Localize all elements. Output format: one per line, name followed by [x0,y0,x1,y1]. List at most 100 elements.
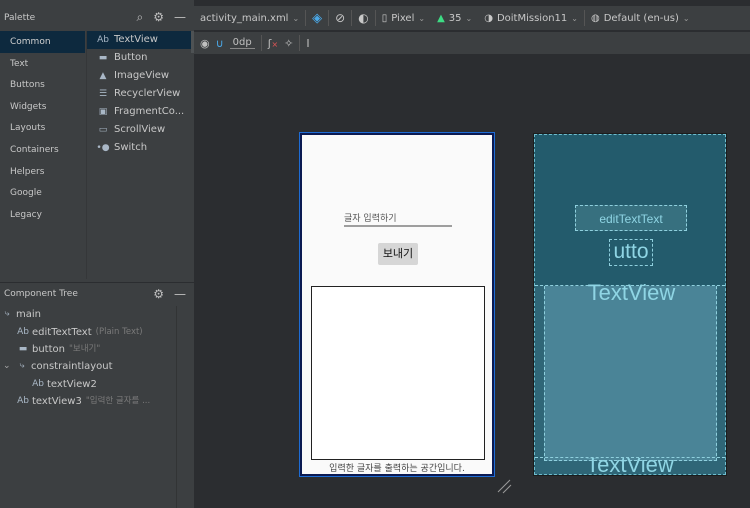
send-button[interactable]: 보내기 [378,243,418,265]
magnet-icon[interactable]: ∪ [216,37,224,50]
button-icon: ▬ [98,53,108,63]
resize-handle-icon[interactable] [496,478,512,494]
palette-header: Palette ⌕ ⚙ — [0,6,194,30]
component-tree-header: Component Tree ⚙ — [0,282,194,304]
gear-icon[interactable]: ⚙ [153,287,164,301]
night-mode-icon: ◐ [358,11,369,25]
widget-label: ScrollView [114,124,166,135]
category-helpers[interactable]: Helpers [0,161,85,183]
design-preview: 글자 입력하기 보내기 입력한 글자를 출력하는 공간입니다. [300,133,494,476]
chevron-down-icon: ⌄ [571,13,578,23]
default-margin-field[interactable]: 0dp [229,37,255,49]
design-surface-button[interactable]: ◈ [306,11,328,26]
textview-icon: Ab [17,396,29,407]
theme-icon: ◑ [484,12,493,24]
divider [260,35,262,51]
textview-icon: Ab [97,35,109,45]
fragment-icon: ▣ [98,107,108,117]
tree-node-textview3[interactable]: Ab textView3 "입력한 글자를 ... [0,393,176,410]
image-icon: ▲ [99,71,107,81]
orientation-button[interactable]: ⊘ [329,11,351,25]
edit-text-field[interactable]: 글자 입력하기 [344,209,452,227]
widget-button[interactable]: ▬ Button [87,49,194,67]
file-dropdown[interactable]: activity_main.xml ⌄ [194,13,305,24]
night-mode-button[interactable]: ◐ [352,11,374,25]
widget-label: Switch [114,142,148,153]
tree-divider [176,306,177,508]
minimize-icon[interactable]: — [174,10,186,24]
scroll-icon: ▭ [98,125,108,135]
category-legacy[interactable]: Legacy [0,204,85,226]
category-google[interactable]: Google [0,182,85,204]
category-containers[interactable]: Containers [0,139,85,161]
widget-fragmentcontainer[interactable]: ▣ FragmentCo... [87,103,194,121]
widget-label: Button [114,52,148,63]
chevron-down-icon: ⌄ [418,13,426,23]
device-label: Pixel [391,12,415,24]
widget-textview[interactable]: Ab TextView [87,31,194,49]
list-icon: ☰ [98,89,108,99]
footer-textview[interactable]: 입력한 글자를 출력하는 공간입니다. [302,461,492,474]
eye-icon[interactable]: ◉ [200,37,210,50]
api-dropdown[interactable]: ▲ 35 ⌄ [431,13,478,24]
blueprint-button[interactable]: utto [609,239,653,266]
layers-icon: ◈ [312,10,323,26]
globe-icon: ◍ [590,12,600,24]
file-name: activity_main.xml [200,12,289,24]
gear-icon[interactable]: ⚙ [153,10,164,24]
design-toolbar: activity_main.xml ⌄ ◈ ⊘ ◐ ▯ Pixel ⌄ ▲ 35 ⌄ ◑ D… [194,6,750,30]
category-layouts[interactable]: Layouts [0,117,85,139]
palette-title: Palette [4,13,36,23]
widget-label: FragmentCo... [114,106,185,117]
guidelines-icon[interactable]: I [306,37,309,50]
api-label: 35 [448,12,462,24]
textview-icon: Ab [17,326,29,337]
chevron-down-icon[interactable]: ⌄ [3,358,15,375]
blueprint-constraintlayout[interactable]: TextView TextView [535,280,725,475]
category-buttons[interactable]: Buttons [0,74,85,96]
theme-dropdown[interactable]: ◑ DoitMission11 ⌄ [478,13,584,24]
blueprint-edittext[interactable]: editTextText [575,205,687,231]
button-icon: ▬ [18,343,28,354]
tree-node-textview2[interactable]: Ab textView2 [0,376,176,393]
switch-icon: •● [96,143,110,153]
chevron-down-icon: ⌄ [465,13,473,23]
tree-node-button[interactable]: ▬ button "보내기" [0,341,176,358]
category-text[interactable]: Text [0,53,85,75]
tree-node-main[interactable]: ⤷ main [0,306,176,323]
infer-constraints-icon[interactable]: ✧ [284,37,293,50]
constraint-layout-icon: ⤷ [4,309,10,320]
widget-imageview[interactable]: ▲ ImageView [87,67,194,85]
node-label: main [16,309,41,321]
locale-label: Default (en-us) [603,12,679,24]
node-hint: (Plain Text) [95,326,143,337]
chevron-down-icon: ⌄ [682,13,690,23]
theme-label: DoitMission11 [496,12,568,24]
blueprint-preview: editTextText utto TextView TextView [533,133,727,476]
tree-node-constraintlayout[interactable]: ⌄ ⤷ constraintlayout [0,358,176,375]
clear-constraints-icon[interactable]: ʃ× [268,37,278,50]
widget-switch[interactable]: •● Switch [87,139,194,157]
textview-icon: Ab [32,378,44,389]
search-icon[interactable]: ⌕ [137,10,144,24]
palette-widgets: Ab TextView ▬ Button ▲ ImageView ☰ RecyclerV… [86,31,194,279]
blueprint-textview3[interactable]: TextView [535,457,725,475]
widget-label: TextView [114,34,158,45]
minimize-icon[interactable]: — [174,287,186,301]
category-widgets[interactable]: Widgets [0,96,85,118]
widget-scrollview[interactable]: ▭ ScrollView [87,121,194,139]
chevron-down-icon: ⌄ [292,13,300,23]
widget-recyclerview[interactable]: ☰ RecyclerView [87,85,194,103]
tree-node-edittext[interactable]: Ab editTextText (Plain Text) [0,323,176,340]
divider [299,35,301,51]
blueprint-textview2[interactable]: TextView [544,280,717,461]
android-icon: ▲ [437,12,445,24]
output-textview-box[interactable] [311,286,485,460]
node-label: button [32,343,65,355]
locale-dropdown[interactable]: ◍ Default (en-us) ⌄ [585,13,696,24]
category-common[interactable]: Common [0,31,85,53]
rotate-icon: ⊘ [335,11,346,25]
node-hint: "입력한 글자를 ... [85,396,151,407]
device-dropdown[interactable]: ▯ Pixel ⌄ [376,13,431,24]
node-label: editTextText [32,326,92,338]
